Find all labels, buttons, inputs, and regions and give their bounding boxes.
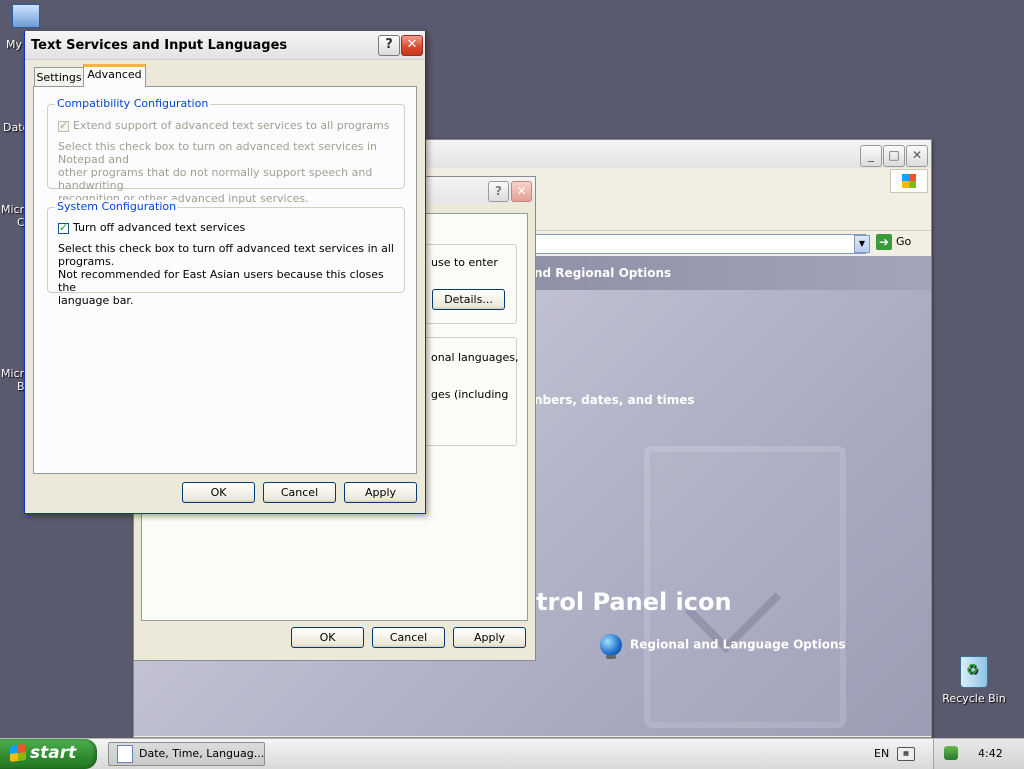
recycle-bin[interactable]: Recycle Bin bbox=[940, 656, 1008, 705]
ok-button[interactable]: OK bbox=[182, 482, 255, 503]
system-configuration-legend: System Configuration bbox=[55, 200, 179, 213]
extend-support-checkbox-row: Extend support of advanced text services… bbox=[58, 119, 389, 132]
languages-description-2: ges (including bbox=[431, 388, 509, 401]
windows-flag-icon bbox=[10, 744, 26, 762]
keyboard-icon[interactable]: ▦ bbox=[897, 747, 915, 761]
compat-desc-line: other programs that do not normally supp… bbox=[58, 166, 373, 192]
computer-icon bbox=[12, 4, 40, 28]
languages-description-1: onal languages, bbox=[431, 351, 519, 364]
tab-advanced[interactable]: Advanced bbox=[83, 64, 146, 87]
turn-off-services-checkbox-row[interactable]: Turn off advanced text services bbox=[58, 221, 245, 234]
tab-settings[interactable]: Settings bbox=[34, 67, 84, 87]
text-services-dialog: Text Services and Input Languages ? ✕ Se… bbox=[24, 31, 426, 514]
cancel-button[interactable]: Cancel bbox=[372, 627, 445, 648]
network-icon[interactable] bbox=[944, 746, 958, 760]
system-configuration-group: System Configuration Turn off advanced t… bbox=[47, 200, 405, 307]
close-button[interactable]: ✕ bbox=[906, 145, 928, 167]
start-label: start bbox=[30, 743, 77, 763]
help-icon[interactable]: ? bbox=[488, 181, 509, 202]
taskbar: start Date, Time, Languag... EN ▦ 4:42 bbox=[0, 738, 1024, 769]
help-button[interactable]: ? bbox=[378, 35, 400, 56]
windows-logo-icon bbox=[890, 169, 928, 193]
category-title: nd Regional Options bbox=[534, 266, 672, 280]
compat-desc-line: Select this check box to turn on advance… bbox=[58, 140, 378, 166]
desktop-icon-my-computer[interactable]: My bbox=[2, 4, 42, 51]
regional-language-options-item[interactable]: Regional and Language Options bbox=[600, 634, 846, 659]
details-button[interactable]: Details... bbox=[432, 289, 505, 310]
go-button[interactable]: ➔ Go bbox=[876, 234, 926, 254]
close-icon[interactable]: ✕ bbox=[511, 181, 532, 202]
system-desc-line: Not recommended for East Asian users bec… bbox=[58, 268, 384, 294]
go-label: Go bbox=[896, 235, 912, 248]
go-arrow-icon: ➔ bbox=[876, 234, 892, 250]
cancel-button[interactable]: Cancel bbox=[263, 482, 336, 503]
taskbar-item-label: Date, Time, Languag... bbox=[139, 747, 265, 760]
chevron-down-icon[interactable]: ▼ bbox=[854, 235, 870, 253]
recycle-bin-label: Recycle Bin bbox=[942, 692, 1006, 705]
extend-support-checkbox bbox=[58, 119, 69, 132]
advanced-tab-panel: Compatibility Configuration Extend suppo… bbox=[33, 86, 417, 474]
turn-off-services-label: Turn off advanced text services bbox=[73, 221, 246, 234]
recycle-bin-icon bbox=[960, 656, 988, 688]
minimize-button[interactable]: _ bbox=[860, 145, 882, 167]
start-button[interactable]: start bbox=[0, 739, 97, 769]
globe-icon bbox=[600, 634, 622, 659]
ok-button[interactable]: OK bbox=[291, 627, 364, 648]
task-link[interactable]: nbers, dates, and times bbox=[534, 393, 695, 407]
language-indicator[interactable]: EN bbox=[874, 747, 889, 760]
system-configuration-description: Select this check box to turn off advanc… bbox=[58, 242, 404, 307]
clock[interactable]: 4:42 bbox=[978, 747, 1003, 760]
apply-button[interactable]: Apply bbox=[344, 482, 417, 503]
system-desc-line: Select this check box to turn off advanc… bbox=[58, 242, 394, 268]
compatibility-legend: Compatibility Configuration bbox=[55, 97, 211, 110]
control-panel-icon bbox=[117, 745, 133, 763]
desktop-icon-label: My bbox=[6, 38, 23, 51]
text-services-titlebar[interactable]: Text Services and Input Languages ? ✕ bbox=[25, 31, 425, 60]
system-tray: 4:42 bbox=[933, 739, 1024, 769]
compatibility-description: Select this check box to turn on advance… bbox=[58, 140, 404, 205]
extend-support-label: Extend support of advanced text services… bbox=[73, 119, 390, 132]
system-desc-line: language bar. bbox=[58, 294, 134, 307]
close-button[interactable]: ✕ bbox=[401, 35, 423, 56]
compatibility-group: Compatibility Configuration Extend suppo… bbox=[47, 97, 405, 205]
maximize-button[interactable]: □ bbox=[883, 145, 905, 167]
pick-icon-heading: ntrol Panel icon bbox=[519, 588, 732, 616]
apply-button[interactable]: Apply bbox=[453, 627, 526, 648]
turn-off-services-checkbox[interactable] bbox=[58, 221, 69, 234]
text-services-description: use to enter bbox=[431, 256, 498, 269]
regional-language-options-label: Regional and Language Options bbox=[630, 637, 846, 652]
taskbar-item-date-time[interactable]: Date, Time, Languag... bbox=[108, 742, 265, 766]
dialog-title: Text Services and Input Languages bbox=[31, 38, 288, 53]
